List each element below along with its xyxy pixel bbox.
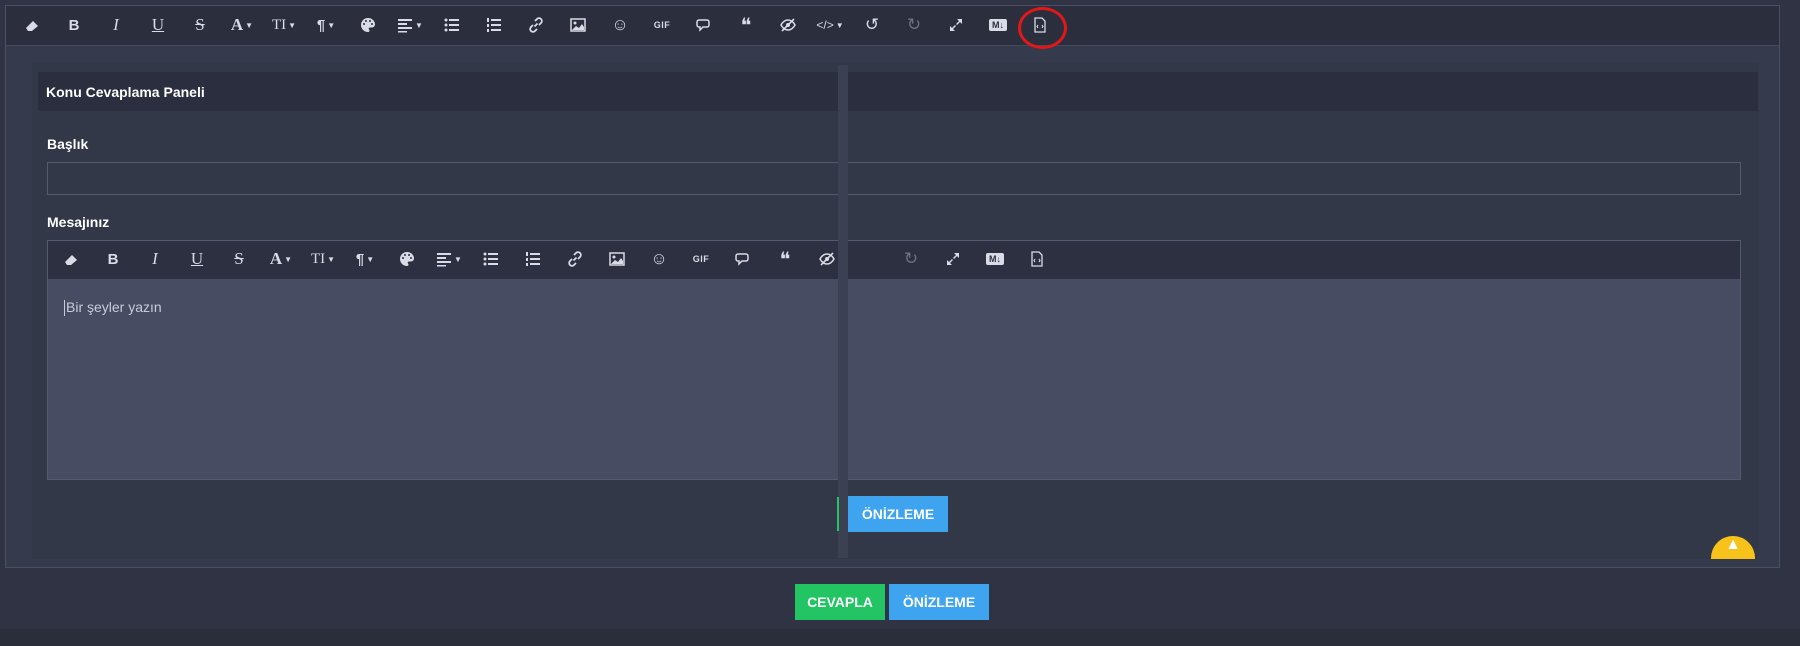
title-input[interactable] xyxy=(47,162,1741,195)
markdown-icon[interactable]: M↓ xyxy=(979,244,1011,274)
underline-icon[interactable]: U xyxy=(181,244,213,274)
strikethrough-icon[interactable]: S xyxy=(223,244,255,274)
overlay-divider-strip xyxy=(838,65,848,558)
link-icon[interactable] xyxy=(559,244,591,274)
scroll-to-top-button[interactable]: ▲ xyxy=(1711,536,1755,559)
gif-icon[interactable]: GIF xyxy=(646,10,678,40)
align-icon[interactable]: ▼ xyxy=(394,10,426,40)
redo-icon[interactable]: ↻ xyxy=(898,10,930,40)
reply-button[interactable]: CEVAPLA xyxy=(795,584,885,620)
fullscreen-icon[interactable] xyxy=(937,244,969,274)
font-color-icon[interactable]: A ▼ xyxy=(265,244,297,274)
message-label: Mesajınız xyxy=(47,214,110,230)
arrow-up-icon: ▲ xyxy=(1725,536,1741,553)
bold-icon[interactable]: B xyxy=(97,244,129,274)
undo-icon[interactable]: ↺ xyxy=(856,10,888,40)
comment-icon[interactable] xyxy=(727,244,759,274)
main-toolbar: B I U S A ▼ TI ▼ ¶ ▼ ▼ ☺ GIF ❝ </> ▼ ↺ ↻ M↓ xyxy=(6,6,1779,46)
scroll-top-button-clip: ▲ xyxy=(1706,534,1758,559)
quote-icon[interactable]: ❝ xyxy=(769,244,801,274)
panel-title: Konu Cevaplama Paneli xyxy=(46,84,205,100)
font-size-icon[interactable]: TI ▼ xyxy=(307,244,339,274)
italic-icon[interactable]: I xyxy=(100,10,132,40)
paragraph-icon[interactable]: ¶ ▼ xyxy=(349,244,381,274)
font-color-icon[interactable]: A ▼ xyxy=(226,10,258,40)
editor-placeholder: Bir şeyler yazın xyxy=(66,299,162,315)
font-size-icon[interactable]: TI ▼ xyxy=(268,10,300,40)
markdown-icon[interactable]: M↓ xyxy=(982,10,1014,40)
outer-editor-frame: B I U S A ▼ TI ▼ ¶ ▼ ▼ ☺ GIF ❝ </> ▼ ↺ ↻ M↓ … xyxy=(5,5,1780,568)
bold-icon[interactable]: B xyxy=(58,10,90,40)
hide-icon[interactable] xyxy=(772,10,804,40)
bullet-list-icon[interactable] xyxy=(475,244,507,274)
bottom-strip xyxy=(0,629,1800,646)
italic-icon[interactable]: I xyxy=(139,244,171,274)
eraser-icon[interactable] xyxy=(55,244,87,274)
title-label: Başlık xyxy=(47,136,89,152)
palette-icon[interactable] xyxy=(391,244,423,274)
panel-preview-button[interactable]: ÖNİZLEME xyxy=(848,496,948,532)
paragraph-icon[interactable]: ¶ ▼ xyxy=(310,10,342,40)
reply-panel: Konu Cevaplama Paneli Başlık Mesajınız B… xyxy=(32,62,1759,559)
bullet-list-icon[interactable] xyxy=(436,10,468,40)
fullscreen-icon[interactable] xyxy=(940,10,972,40)
eraser-icon[interactable] xyxy=(16,10,48,40)
gif-icon[interactable]: GIF xyxy=(685,244,717,274)
hidden-reply-button-edge xyxy=(837,497,839,531)
editor-content-area[interactable]: Bir şeyler yazın xyxy=(64,299,162,317)
comment-icon[interactable] xyxy=(688,10,720,40)
strikethrough-icon[interactable]: S xyxy=(184,10,216,40)
highlight-circle xyxy=(1018,7,1067,49)
image-icon[interactable] xyxy=(601,244,633,274)
redo-icon[interactable]: ↻ xyxy=(895,244,927,274)
source-file-icon[interactable] xyxy=(1021,244,1053,274)
image-icon[interactable] xyxy=(562,10,594,40)
panel-header: Konu Cevaplama Paneli xyxy=(38,72,1758,111)
underline-icon[interactable]: U xyxy=(142,10,174,40)
numbered-list-icon[interactable] xyxy=(517,244,549,274)
emoji-icon[interactable]: ☺ xyxy=(604,10,636,40)
code-icon[interactable]: </> ▼ xyxy=(814,10,846,40)
align-icon[interactable]: ▼ xyxy=(433,244,465,274)
emoji-icon[interactable]: ☺ xyxy=(643,244,675,274)
palette-icon[interactable] xyxy=(352,10,384,40)
quote-icon[interactable]: ❝ xyxy=(730,10,762,40)
message-editor: B I U S A ▼ TI ▼ ¶ ▼ ▼ ☺ GIF ❝ ↻ M↓ Bir … xyxy=(47,240,1741,480)
numbered-list-icon[interactable] xyxy=(478,10,510,40)
preview-button[interactable]: ÖNİZLEME xyxy=(889,584,989,620)
text-caret xyxy=(64,300,65,317)
editor-toolbar: B I U S A ▼ TI ▼ ¶ ▼ ▼ ☺ GIF ❝ ↻ M↓ xyxy=(48,241,1740,279)
link-icon[interactable] xyxy=(520,10,552,40)
